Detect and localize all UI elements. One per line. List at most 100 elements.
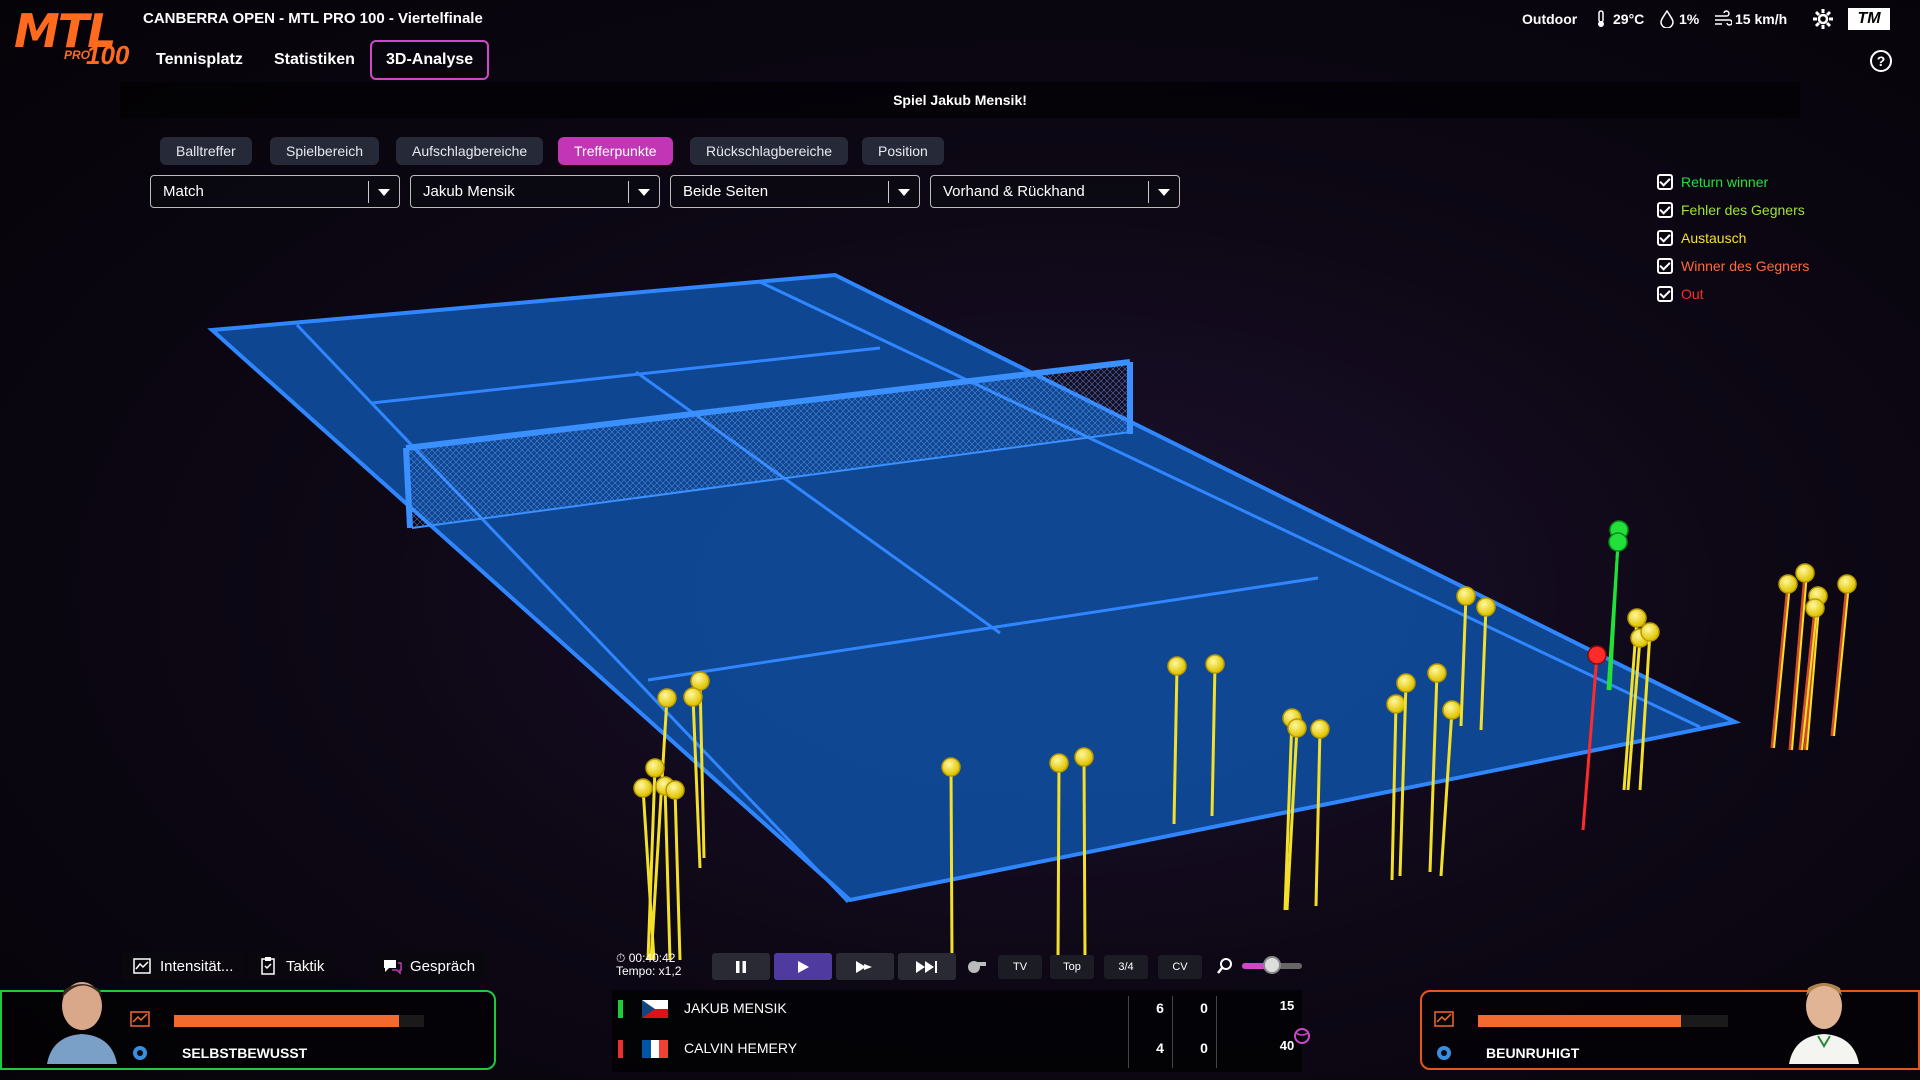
chip-balltreffer[interactable]: Balltreffer xyxy=(160,137,252,165)
confidence-bar-fill xyxy=(1478,1015,1681,1027)
player-avatar xyxy=(47,982,117,1064)
ball-impact-marker[interactable] xyxy=(1805,598,1825,618)
fast-forward-icon xyxy=(856,960,872,973)
ball-impact-marker[interactable] xyxy=(1795,563,1815,583)
court-surface xyxy=(212,275,1735,900)
camera-cv[interactable]: CV xyxy=(1158,955,1202,979)
ball-impact-marker[interactable] xyxy=(1778,574,1798,594)
tab-tennisplatz[interactable]: Tennisplatz xyxy=(142,40,257,80)
ball-impact-marker[interactable] xyxy=(1442,700,1462,720)
camera-tv[interactable]: TV xyxy=(998,955,1042,979)
set-score: 0 xyxy=(1200,1000,1208,1016)
ball-impact-marker[interactable] xyxy=(1205,654,1225,674)
player-name: JAKUB MENSIK xyxy=(684,1000,787,1016)
talk-button[interactable]: Gespräch xyxy=(372,952,486,980)
logo-number: 100 xyxy=(86,40,130,70)
set-score: 4 xyxy=(1156,1040,1164,1056)
ball-impact-marker[interactable] xyxy=(1476,597,1496,617)
ball-trajectory-stem xyxy=(1830,583,1849,737)
ball-impact-marker[interactable] xyxy=(941,757,961,777)
ball-impact-marker[interactable] xyxy=(1627,608,1647,628)
legend-out[interactable]: Out xyxy=(1657,284,1704,304)
ball-trajectory-stem xyxy=(673,789,682,961)
ball-impact-marker[interactable] xyxy=(1456,586,1476,606)
confidence-bar-fill xyxy=(174,1015,399,1027)
stroke-dropdown[interactable]: Vorhand & Rückhand xyxy=(930,175,1180,208)
status-indicator xyxy=(618,1000,623,1018)
chip-trefferpunkte[interactable]: Trefferpunkte xyxy=(558,137,673,165)
checkbox[interactable] xyxy=(1657,258,1673,274)
ball-trajectory-stem xyxy=(949,766,954,961)
ball-trajectory-stem xyxy=(1056,762,1061,961)
chevron-down-icon xyxy=(378,189,390,196)
checkbox[interactable] xyxy=(1657,230,1673,246)
tab-3d-analyse[interactable]: 3D-Analyse xyxy=(370,40,490,80)
ball-impact-marker[interactable] xyxy=(1287,718,1307,738)
pause-button[interactable] xyxy=(712,953,770,980)
chip-rueckschlagbereiche[interactable]: Rückschlagbereiche xyxy=(690,137,849,165)
left-player-panel: SELBSTBEWUSST xyxy=(0,982,496,1070)
scoreboard: JAKUB MENSIK 6 0 15 CALVIN HEMERY 4 0 40 xyxy=(612,990,1310,1072)
referee-whistle-icon[interactable] xyxy=(964,956,988,976)
legend-label: Return winner xyxy=(1681,174,1769,190)
right-mood-label: BEUNRUHIGT xyxy=(1486,1045,1580,1061)
confidence-chart-icon xyxy=(1434,1011,1454,1027)
legend-label: Austausch xyxy=(1681,230,1747,246)
ball-impact-marker[interactable] xyxy=(1837,574,1857,594)
serve-ball-icon xyxy=(1294,1028,1310,1044)
ball-impact-marker[interactable] xyxy=(1167,656,1187,676)
player-dropdown[interactable]: Jakub Mensik xyxy=(410,175,660,208)
ball-impact-marker[interactable] xyxy=(657,688,677,708)
player-name: CALVIN HEMERY xyxy=(684,1040,798,1056)
ball-impact-marker[interactable] xyxy=(1386,694,1406,714)
legend-fehler-des-gegners[interactable]: Fehler des Gegners xyxy=(1657,200,1805,220)
ball-impact-marker[interactable] xyxy=(1640,622,1660,642)
play-button[interactable] xyxy=(774,953,832,980)
ball-impact-marker[interactable] xyxy=(1396,673,1416,693)
legend-winner-des-gegners[interactable]: Winner des Gegners xyxy=(1657,256,1809,276)
clipboard-icon xyxy=(261,957,275,975)
ball-impact-marker[interactable] xyxy=(1608,532,1628,552)
dropdown-value: Beide Seiten xyxy=(683,183,769,200)
ball-impact-marker[interactable] xyxy=(1427,663,1447,683)
checkbox[interactable] xyxy=(1657,202,1673,218)
speech-bubble-icon xyxy=(384,960,402,975)
mental-state-icon xyxy=(133,1046,147,1060)
ball-impact-marker[interactable] xyxy=(1074,747,1094,767)
zoom-slider-handle[interactable] xyxy=(1263,956,1281,974)
intensity-button[interactable]: Intensität... xyxy=(122,952,244,980)
match-scope-dropdown[interactable]: Match xyxy=(150,175,400,208)
tab-statistiken[interactable]: Statistiken xyxy=(260,40,369,80)
confidence-chart-icon xyxy=(130,1011,150,1027)
settings-gear-icon[interactable] xyxy=(1812,8,1834,30)
venue-label: Outdoor xyxy=(1522,8,1577,30)
checkbox[interactable] xyxy=(1657,174,1673,190)
set-score: 6 xyxy=(1156,1000,1164,1016)
ball-impact-marker[interactable] xyxy=(683,687,703,707)
play-icon xyxy=(798,960,809,973)
help-icon[interactable]: ? xyxy=(1870,50,1892,72)
checkbox[interactable] xyxy=(1657,286,1673,302)
legend-return-winner[interactable]: Return winner xyxy=(1657,172,1768,192)
camera-three-quarter[interactable]: 3/4 xyxy=(1104,955,1148,979)
ball-impact-marker[interactable] xyxy=(665,780,685,800)
thermometer-icon xyxy=(1598,10,1604,27)
mtl-logo: MTL PRO 100 xyxy=(14,8,134,70)
droplet-icon xyxy=(1660,10,1674,28)
ball-impact-marker[interactable] xyxy=(645,758,665,778)
tactics-button[interactable]: Taktik xyxy=(248,952,335,980)
ball-impact-marker[interactable] xyxy=(633,778,653,798)
chip-spielbereich[interactable]: Spielbereich xyxy=(270,137,380,165)
ball-impact-marker[interactable] xyxy=(1587,645,1607,665)
side-dropdown[interactable]: Beide Seiten xyxy=(670,175,920,208)
faster-forward-button[interactable] xyxy=(898,953,956,980)
ball-impact-marker[interactable] xyxy=(1310,719,1330,739)
chip-position[interactable]: Position xyxy=(862,137,944,165)
legend-austausch[interactable]: Austausch xyxy=(1657,228,1746,248)
chip-aufschlagbereiche[interactable]: Aufschlagbereiche xyxy=(396,137,544,165)
fast-forward-button[interactable] xyxy=(836,953,894,980)
score-row-player2: CALVIN HEMERY 4 0 40 xyxy=(612,1030,1302,1066)
opponent-avatar xyxy=(1789,983,1859,1064)
camera-top[interactable]: Top xyxy=(1050,955,1094,979)
ball-impact-marker[interactable] xyxy=(1049,753,1069,773)
